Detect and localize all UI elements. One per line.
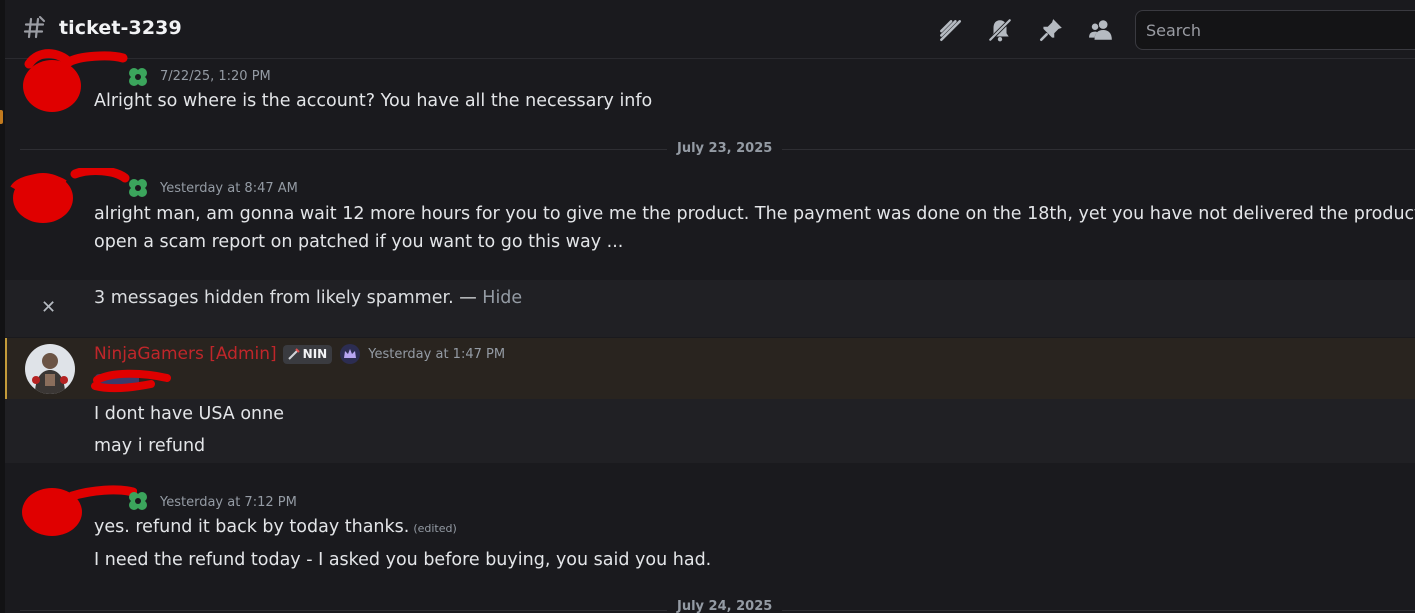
- message-text-content: yes. refund it back by today thanks.: [94, 517, 410, 537]
- unread-marker: [0, 110, 3, 124]
- message-timestamp: Yesterday at 7:12 PM: [160, 495, 297, 510]
- search-input[interactable]: [1146, 20, 1414, 40]
- threads-icon[interactable]: [937, 17, 963, 43]
- hidden-notice-text: 3 messages hidden from likely spammer. —: [94, 288, 483, 308]
- message-continuation: I dont have USA onne may i refund: [5, 399, 1415, 463]
- message-timestamp: 7/22/25, 1:20 PM: [160, 69, 271, 84]
- message-item: 7/22/25, 1:20 PM Alright so where is the…: [5, 49, 1415, 140]
- guild-tag-badge[interactable]: NIN: [282, 344, 333, 364]
- message-text: open a scam report on patched if you wan…: [94, 232, 624, 252]
- hashtag-icon: [23, 16, 45, 39]
- clover-badge-icon: [129, 68, 147, 86]
- mute-icon[interactable]: [987, 17, 1013, 43]
- channel-header: ticket-3239: [5, 0, 1415, 59]
- message-text: I dont have USA onne: [94, 404, 284, 424]
- message-item-highlighted: NinjaGamers [Admin] NIN Yesterday at 1:4…: [5, 338, 1415, 399]
- date-divider: July 24, 2025: [667, 599, 783, 613]
- admin-avatar[interactable]: [25, 344, 75, 394]
- search-box[interactable]: [1135, 10, 1415, 50]
- hide-link[interactable]: Hide: [482, 288, 522, 308]
- members-icon[interactable]: [1088, 17, 1114, 43]
- clover-badge-icon: [129, 492, 147, 510]
- message-item: Yesterday at 7:12 PM yes. refund it back…: [5, 484, 1415, 584]
- crown-icon: [340, 344, 361, 364]
- pin-icon[interactable]: [1038, 17, 1064, 43]
- edited-label: (edited): [413, 522, 457, 535]
- author-name[interactable]: NinjaGamers [Admin]: [94, 344, 277, 364]
- close-icon[interactable]: ✕: [41, 297, 56, 318]
- sword-icon: [287, 348, 300, 360]
- message-text: I need the refund today - I asked you be…: [94, 550, 712, 570]
- channel-title: ticket-3239: [59, 17, 182, 39]
- guild-tag-text: NIN: [302, 347, 328, 361]
- message-timestamp: Yesterday at 1:47 PM: [368, 346, 506, 362]
- clover-badge-icon: [129, 179, 147, 197]
- message-text: alright man, am gonna wait 12 more hours…: [94, 204, 1415, 224]
- message-timestamp: Yesterday at 8:47 AM: [160, 181, 298, 196]
- message-item: Yesterday at 8:47 AM alright man, am gon…: [5, 168, 1415, 275]
- date-divider: July 23, 2025: [667, 141, 783, 156]
- hidden-messages-notice: ✕ 3 messages hidden from likely spammer.…: [5, 280, 1415, 337]
- message-text: Alright so where is the account? You hav…: [94, 91, 653, 111]
- message-text: may i refund: [94, 436, 206, 456]
- message-text: yes. refund it back by today thanks. (edi…: [94, 517, 457, 537]
- redacted-reply: [91, 369, 171, 393]
